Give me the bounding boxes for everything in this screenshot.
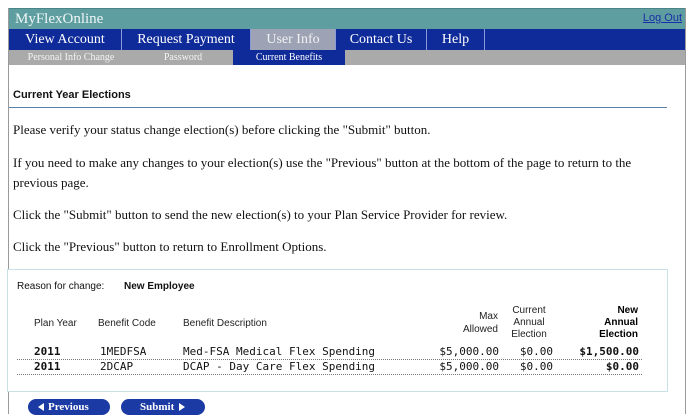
submit-button-label: Submit <box>140 401 175 413</box>
arrow-right-icon <box>179 403 186 412</box>
subnav-current-benefits[interactable]: Current Benefits <box>233 50 345 65</box>
cell-new-election: $0.00 <box>605 360 639 373</box>
header-max-allowed-2: Allowed <box>462 324 498 335</box>
header-new-2: Annual <box>604 317 638 328</box>
cell-new-election: $1,500.00 <box>579 345 639 358</box>
cell-current-election: $0.00 <box>519 360 553 373</box>
header-benefit-description: Benefit Description <box>183 318 267 329</box>
cell-benefit-code: 1MEDFSA <box>100 345 147 358</box>
arrow-left-icon <box>38 403 44 412</box>
header-benefit-code: Benefit Code <box>98 318 156 329</box>
cell-benefit-description: Med-FSA Medical Flex Spending <box>183 345 376 358</box>
heading-divider <box>9 107 667 108</box>
instruction-submit: Click the "Submit" button to send the ne… <box>13 207 508 222</box>
cell-current-election: $0.00 <box>519 345 553 358</box>
instruction-verify: Please verify your status change electio… <box>13 122 431 137</box>
submit-button[interactable]: Submit <box>121 399 205 415</box>
logout-link[interactable]: Log Out <box>643 12 682 24</box>
nav-view-account[interactable]: View Account <box>9 29 122 50</box>
header-current-1: Current <box>512 305 546 316</box>
title-bar: MyFlexOnline Log Out <box>9 8 685 29</box>
header-current-2: Annual <box>513 317 545 328</box>
header-plan-year: Plan Year <box>34 318 77 329</box>
header-max-allowed-1: Max <box>479 311 498 322</box>
cell-plan-year: 2011 <box>34 360 61 373</box>
reason-label: Reason for change: <box>17 281 105 292</box>
cell-benefit-code: 2DCAP <box>100 360 134 373</box>
nav-request-payment[interactable]: Request Payment <box>122 29 251 50</box>
cell-benefit-description: DCAP - Day Care Flex Spending <box>183 360 376 373</box>
brand-logo: MyFlexOnline <box>15 11 104 27</box>
header-current-3: Election <box>511 329 547 340</box>
nav-contact-us[interactable]: Contact Us <box>336 29 427 50</box>
cell-max-allowed: $5,000.00 <box>439 360 499 373</box>
header-new-1: New <box>617 305 638 316</box>
subnav-personal-info-change[interactable]: Personal Info Change <box>9 50 133 65</box>
instruction-previous: Click the "Previous" button to return to… <box>13 239 327 254</box>
previous-button[interactable]: Previous <box>28 399 110 415</box>
cell-max-allowed: $5,000.00 <box>439 345 499 358</box>
instruction-changes: If you need to make any changes to your … <box>13 155 632 190</box>
page-title: Current Year Elections <box>13 89 131 101</box>
table-row: 2011 2DCAP DCAP - Day Care Flex Spending… <box>17 360 642 375</box>
header-new-3: Election <box>599 329 638 340</box>
nav-help[interactable]: Help <box>427 29 485 50</box>
sub-nav: Personal Info Change Password Current Be… <box>9 50 685 65</box>
cell-plan-year: 2011 <box>34 345 61 358</box>
previous-button-label: Previous <box>48 401 89 413</box>
table-row: 2011 1MEDFSA Med-FSA Medical Flex Spendi… <box>17 345 642 360</box>
main-nav: View Account Request Payment User Info C… <box>9 29 685 50</box>
subnav-password[interactable]: Password <box>133 50 233 65</box>
reason-value: New Employee <box>124 281 195 292</box>
nav-user-info[interactable]: User Info <box>251 29 336 50</box>
